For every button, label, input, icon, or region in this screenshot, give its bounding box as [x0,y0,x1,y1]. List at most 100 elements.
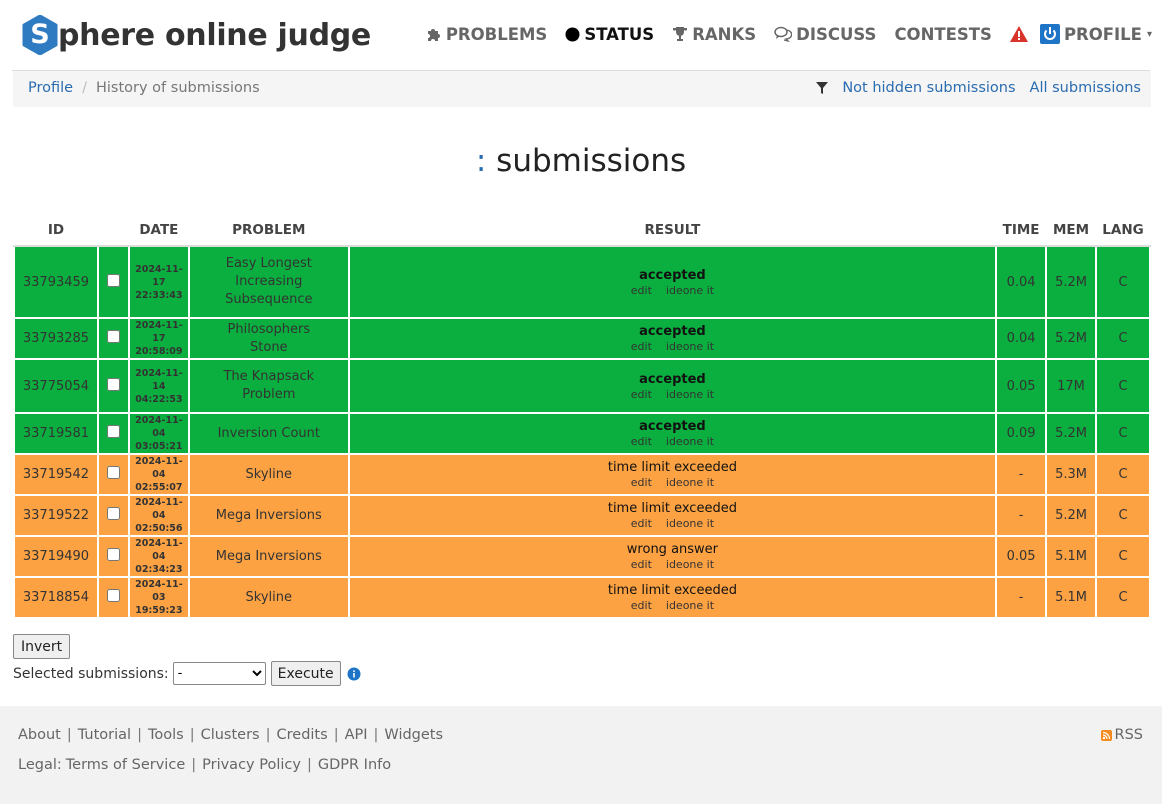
edit-link[interactable]: edit [631,558,652,571]
ideone-link[interactable]: ideone it [666,340,714,353]
submission-id[interactable]: 33793459 [13,245,99,319]
edit-link[interactable]: edit [631,476,652,489]
ideone-link[interactable]: ideone it [666,517,714,530]
nav-problems[interactable]: PROBLEMS [426,24,548,44]
nav-problems-label: PROBLEMS [445,24,548,44]
nav-status-label: STATUS [584,24,655,44]
breadcrumb-profile-link[interactable]: Profile [28,80,73,96]
all-submissions-link[interactable]: All submissions [1030,80,1141,96]
problem-name-cell: Easy Longest Increasing Subsequence [187,245,350,319]
row-checkbox[interactable] [106,377,120,391]
result-status[interactable]: accepted [350,419,995,434]
edit-link[interactable]: edit [631,340,652,353]
row-checkbox[interactable] [106,273,120,287]
language[interactable]: C [1094,453,1152,496]
problem-link[interactable]: Philosophers Stone [190,321,348,357]
rss-link[interactable]: RSS [1100,727,1143,743]
row-checkbox[interactable] [106,330,120,343]
problem-link[interactable]: Skyline [190,466,348,484]
alert-button[interactable] [1009,26,1032,42]
footer-legal-link[interactable]: Privacy Policy [202,757,301,773]
result-status[interactable]: time limit exceeded [350,583,995,598]
execute-button[interactable]: Execute [270,661,341,686]
submission-id[interactable]: 33775054 [13,358,99,414]
row-checkbox[interactable] [106,466,120,479]
ideone-link[interactable]: ideone it [666,284,714,297]
action-select[interactable]: - [172,662,266,685]
site-header: S phere online judge PROBLEMS STATUS RAN… [0,0,1162,70]
footer-link[interactable]: About [18,727,61,743]
edit-link[interactable]: edit [631,284,652,297]
footer-link[interactable]: API [345,727,368,743]
ideone-link[interactable]: ideone it [666,388,714,401]
edit-link[interactable]: edit [631,599,652,612]
header-problem[interactable]: PROBLEM [188,214,349,247]
nav-discuss[interactable]: DISCUSS [774,25,876,44]
result-status[interactable]: wrong answer [350,542,995,557]
run-time: - [995,494,1048,537]
header-result[interactable]: RESULT [348,214,997,247]
footer-legal-link[interactable]: GDPR Info [318,757,391,773]
language[interactable]: C [1094,576,1152,619]
footer-links: About | Tutorial | Tools | Clusters | Credits | AP… [18,727,443,743]
language[interactable]: C [1094,412,1152,455]
nav-profile[interactable]: PROFILE ▾ [1039,24,1152,44]
nav-contests[interactable]: CONTESTS [894,25,992,44]
problem-link[interactable]: Mega Inversions [190,548,348,566]
not-hidden-submissions-link[interactable]: Not hidden submissions [842,80,1015,96]
problem-link[interactable]: Mega Inversions [190,507,348,525]
row-checkbox-cell [96,453,130,496]
invert-button[interactable]: Invert [13,634,71,659]
problem-link[interactable]: Easy Longest Increasing Subsequence [190,255,348,309]
result-status[interactable]: accepted [350,324,995,339]
edit-link[interactable]: edit [631,517,652,530]
selected-submissions-controls: Selected submissions: - Execute [13,661,361,686]
row-checkbox[interactable] [106,589,120,602]
header-date[interactable]: DATE [128,214,189,247]
header-id[interactable]: ID [14,214,98,247]
problem-link[interactable]: Skyline [190,589,348,607]
submission-id[interactable]: 33793285 [13,317,99,360]
result-cell: accepted edit ideone it [347,358,998,414]
footer-legal-link[interactable]: Terms of Service [66,757,185,773]
footer-link[interactable]: Tutorial [78,727,131,743]
result-status[interactable]: time limit exceeded [350,501,995,516]
row-checkbox[interactable] [106,507,120,520]
language[interactable]: C [1094,494,1152,537]
language[interactable]: C [1094,535,1152,578]
ideone-link[interactable]: ideone it [666,599,714,612]
submission-id[interactable]: 33718854 [13,576,99,619]
table-row: 33793285 2024-11-17 20:58:09 Philosophers S… [13,317,1152,360]
footer-link[interactable]: Credits [277,727,328,743]
ideone-link[interactable]: ideone it [666,476,714,489]
result-status[interactable]: time limit exceeded [350,460,995,475]
nav-status[interactable]: STATUS [565,25,654,44]
edit-link[interactable]: edit [631,435,652,448]
result-status[interactable]: accepted [350,372,995,387]
header-mem[interactable]: MEM [1046,214,1096,247]
footer-link[interactable]: Clusters [201,727,260,743]
ideone-link[interactable]: ideone it [666,558,714,571]
submission-id[interactable]: 33719542 [13,453,99,496]
footer-link[interactable]: Widgets [384,727,443,743]
site-logo[interactable]: S phere online judge [22,14,371,56]
submission-id[interactable]: 33719522 [13,494,99,537]
edit-link[interactable]: edit [631,388,652,401]
row-checkbox[interactable] [106,548,120,561]
problem-link[interactable]: Inversion Count [190,425,348,443]
submission-id[interactable]: 33719581 [13,412,99,455]
header-lang[interactable]: LANG [1095,214,1150,247]
nav-ranks[interactable]: RANKS [672,25,756,44]
problem-link[interactable]: The Knapsack Problem [190,368,348,404]
header-time[interactable]: TIME [996,214,1047,247]
row-checkbox[interactable] [106,425,120,438]
result-status[interactable]: accepted [350,268,995,283]
language[interactable]: C [1094,245,1152,319]
submission-date-day: 2024-11-17 [135,320,183,344]
footer-link[interactable]: Tools [148,727,184,743]
language[interactable]: C [1094,358,1152,414]
info-icon[interactable] [347,667,361,681]
ideone-link[interactable]: ideone it [666,435,714,448]
submission-id[interactable]: 33719490 [13,535,99,578]
language[interactable]: C [1094,317,1152,360]
